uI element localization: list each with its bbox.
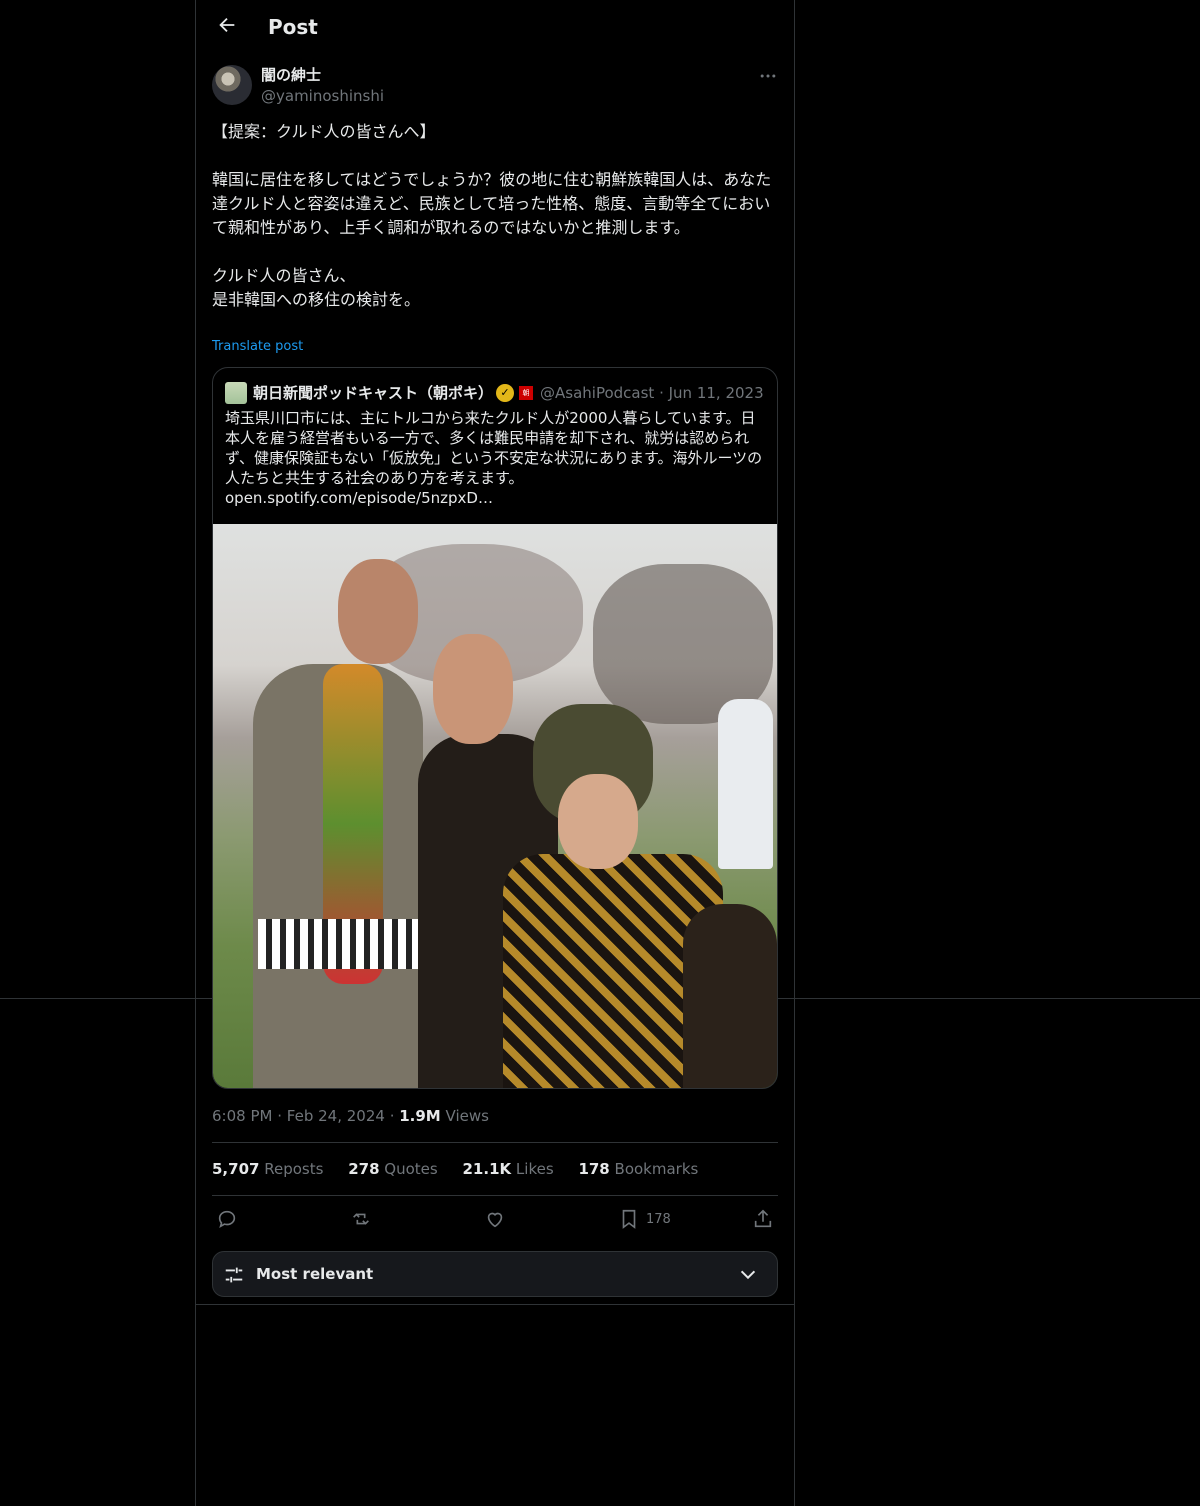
sort-replies-dropdown[interactable]: Most relevant xyxy=(212,1251,778,1297)
page-title: Post xyxy=(268,15,318,39)
views-separator: · xyxy=(389,1107,400,1125)
reposts-stat[interactable]: 5,707 Reposts xyxy=(212,1158,323,1180)
engagement-stats: 5,707 Reposts 278 Quotes 21.1K Likes 178… xyxy=(212,1158,718,1180)
heart-icon xyxy=(487,1212,503,1228)
like-button[interactable] xyxy=(484,1207,506,1231)
reply-button[interactable] xyxy=(216,1207,238,1231)
photo-bystander xyxy=(718,699,773,869)
divider xyxy=(212,1195,778,1196)
quoted-author-avatar xyxy=(225,382,247,404)
author-handle[interactable]: @yaminoshinshi xyxy=(261,86,384,106)
affiliate-badge: 朝 xyxy=(519,386,533,400)
views-label: Views xyxy=(445,1107,489,1125)
stat-count: 21.1K xyxy=(462,1160,512,1178)
post-text: 【提案：クルド人の皆さんへ】 韓国に居住を移してはどうでしょうか？彼の地に住む朝… xyxy=(212,122,772,309)
likes-stat[interactable]: 21.1K Likes xyxy=(463,1158,554,1180)
quoted-post-date: Jun 11, 2023 xyxy=(668,384,764,402)
photo-girl-head xyxy=(558,774,638,869)
photo-child xyxy=(683,904,777,1088)
quoted-post-photo[interactable] xyxy=(213,524,777,1088)
divider xyxy=(212,1142,778,1143)
quoted-post-card[interactable]: 朝日新聞ポッドキャスト（朝ポキ） ✓ 朝 @AsahiPodcast · Jun… xyxy=(212,367,778,1089)
back-arrow-icon[interactable] xyxy=(214,14,240,40)
chevron-down-icon xyxy=(740,1270,756,1280)
stat-count: 278 xyxy=(348,1160,380,1178)
quoted-post-meta: @AsahiPodcast · Jun 11, 2023 xyxy=(540,382,764,404)
bookmarks-stat[interactable]: 178 Bookmarks xyxy=(578,1158,698,1180)
bookmark-count: 178 xyxy=(646,1211,671,1227)
stat-count: 178 xyxy=(578,1160,610,1178)
photo-sash xyxy=(258,919,423,969)
sliders-icon xyxy=(225,1267,243,1283)
post-date[interactable]: Feb 24, 2024 xyxy=(287,1107,385,1125)
author-name[interactable]: 闇の紳士 xyxy=(261,65,321,85)
translate-post-link[interactable]: Translate post xyxy=(212,338,303,356)
quoted-author-name: 朝日新聞ポッドキャスト（朝ポキ） xyxy=(253,384,494,402)
stat-count: 5,707 xyxy=(212,1160,260,1178)
more-options-icon[interactable] xyxy=(756,66,780,86)
sort-label: Most relevant xyxy=(256,1265,374,1283)
share-button[interactable] xyxy=(752,1207,774,1231)
post-time[interactable]: 6:08 PM xyxy=(212,1107,272,1125)
photo-woman-head xyxy=(433,634,513,744)
author-avatar[interactable] xyxy=(212,65,252,105)
quoted-post-text: 埼玉県川口市には、主にトルコから来たクルド人が2000人暮らしています。日本人を… xyxy=(225,409,763,487)
bookmark-button[interactable]: 178 xyxy=(618,1207,671,1231)
stat-label: Reposts xyxy=(264,1160,324,1178)
verified-badge-icon: ✓ xyxy=(496,384,514,402)
timestamp-separator: · xyxy=(277,1107,287,1125)
bookmark-icon xyxy=(622,1209,636,1229)
post-column: Post 闇の紳士 @yaminoshinshi 【提案：クルド人の皆さんへ】 … xyxy=(195,0,795,1506)
divider xyxy=(196,1304,794,1305)
stat-label: Likes xyxy=(515,1160,554,1178)
views-count: 1.9M xyxy=(399,1107,441,1125)
quotes-stat[interactable]: 278 Quotes xyxy=(348,1158,438,1180)
stat-label: Bookmarks xyxy=(614,1160,699,1178)
quoted-author-handle: @AsahiPodcast xyxy=(540,384,655,402)
quoted-post-link[interactable]: open.spotify.com/episode/5nzpxD… xyxy=(225,488,493,508)
repost-icon xyxy=(353,1213,369,1225)
stat-label: Quotes xyxy=(384,1160,438,1178)
repost-button[interactable] xyxy=(350,1207,372,1231)
share-icon xyxy=(754,1209,772,1228)
post-timestamp: 6:08 PM · Feb 24, 2024 · 1.9M Views xyxy=(212,1105,489,1127)
photo-man-head xyxy=(338,559,418,664)
meta-separator: · xyxy=(659,384,669,402)
reply-icon xyxy=(218,1210,236,1229)
